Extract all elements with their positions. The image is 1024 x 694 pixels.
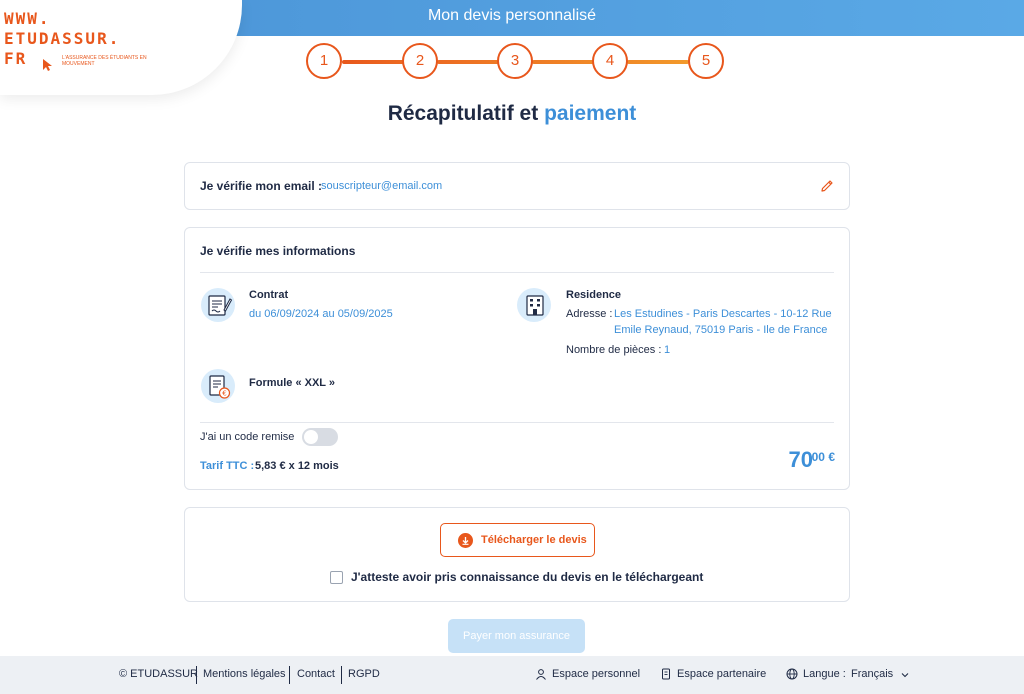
- promo-label: J'ai un code remise: [200, 431, 295, 443]
- globe-icon: [786, 668, 798, 680]
- footer-link-rgpd[interactable]: RGPD: [348, 668, 380, 680]
- rooms-label: Nombre de pièces :: [566, 344, 662, 356]
- divider: [200, 272, 834, 273]
- user-icon: [536, 669, 546, 680]
- footer-link-contact[interactable]: Contact: [297, 668, 335, 680]
- logo-line-3: FR: [4, 49, 28, 68]
- footer-copyright: © ETUDASSUR: [119, 668, 199, 680]
- footer: © ETUDASSUR Mentions légales Contact RGP…: [0, 656, 1024, 694]
- email-card: Je vérifie mon email : souscripteur@emai…: [184, 162, 850, 210]
- tarif-label: Tarif TTC :: [200, 460, 255, 472]
- language-select[interactable]: Français: [851, 668, 893, 680]
- logo-tagline: L'ASSURANCE DES ÉTUDIANTS EN MOUVEMENT: [62, 55, 147, 67]
- step-connector: [627, 60, 689, 64]
- info-title: Je vérifie mes informations: [200, 244, 356, 258]
- progress-stepper: 1 2 3 4 5: [306, 43, 726, 79]
- building-icon: [517, 288, 551, 322]
- svg-text:€: €: [222, 390, 226, 398]
- step-1[interactable]: 1: [306, 43, 342, 79]
- promo-toggle[interactable]: [302, 428, 338, 446]
- step-connector: [342, 60, 404, 64]
- badge-icon: [662, 668, 670, 680]
- step-4[interactable]: 4: [592, 43, 628, 79]
- footer-separator: [196, 666, 197, 684]
- address-label: Adresse :: [566, 308, 613, 320]
- address-line-1: Les Estudines - Paris Descartes - 10-12 …: [614, 308, 832, 320]
- logo[interactable]: WWW. ETUDASSUR. FR L'ASSURANCE DES ÉTUDI…: [0, 0, 242, 95]
- formula-label: Formule « XXL »: [249, 377, 335, 389]
- contract-dates: du 06/09/2024 au 05/09/2025: [249, 308, 393, 320]
- invoice-euro-icon: €: [201, 369, 235, 403]
- page-title: Récapitulatif et paiement: [0, 102, 1024, 126]
- tarif-value: 5,83 € x 12 mois: [255, 460, 339, 472]
- step-3[interactable]: 3: [497, 43, 533, 79]
- info-card: Je vérifie mes informations Contrat du 0…: [184, 227, 850, 490]
- email-label: Je vérifie mon email :: [200, 179, 323, 193]
- download-icon: [458, 533, 473, 548]
- residence-label: Residence: [566, 289, 622, 301]
- step-connector: [437, 60, 499, 64]
- footer-langue-label: Langue :: [803, 668, 846, 680]
- download-card: Télécharger le devis J'atteste avoir pri…: [184, 507, 850, 602]
- step-5[interactable]: 5: [688, 43, 724, 79]
- pay-insurance-button[interactable]: Payer mon assurance: [448, 619, 585, 653]
- rooms-value: 1: [664, 344, 671, 356]
- divider: [200, 422, 834, 423]
- address-line-2: Emile Reynaud, 75019 Paris - Ile de Fran…: [614, 324, 828, 336]
- attest-checkbox[interactable]: [330, 571, 343, 584]
- footer-link-mentions[interactable]: Mentions légales: [203, 668, 286, 680]
- pencil-icon[interactable]: [819, 178, 835, 194]
- cursor-icon: [43, 59, 52, 71]
- download-quote-button[interactable]: Télécharger le devis: [440, 523, 595, 557]
- attest-label[interactable]: J'atteste avoir pris connaissance du dev…: [351, 570, 703, 584]
- step-connector: [532, 60, 594, 64]
- footer-espace-partenaire[interactable]: Espace partenaire: [677, 668, 766, 680]
- contract-label: Contrat: [249, 289, 289, 301]
- chevron-down-icon[interactable]: [900, 670, 910, 680]
- page-title-main: Récapitulatif et: [387, 102, 545, 125]
- email-value: souscripteur@email.com: [321, 180, 443, 192]
- logo-line-2: ETUDASSUR.: [4, 29, 121, 48]
- price-decimal: ,00 €: [808, 450, 835, 464]
- logo-line-1: WWW.: [4, 9, 51, 28]
- page-title-accent: paiement: [544, 102, 637, 125]
- download-quote-label: Télécharger le devis: [481, 534, 587, 546]
- footer-separator: [289, 666, 290, 684]
- toggle-knob: [304, 430, 318, 444]
- footer-separator: [341, 666, 342, 684]
- footer-espace-personnel[interactable]: Espace personnel: [552, 668, 640, 680]
- step-2[interactable]: 2: [402, 43, 438, 79]
- contract-icon: [201, 288, 235, 322]
